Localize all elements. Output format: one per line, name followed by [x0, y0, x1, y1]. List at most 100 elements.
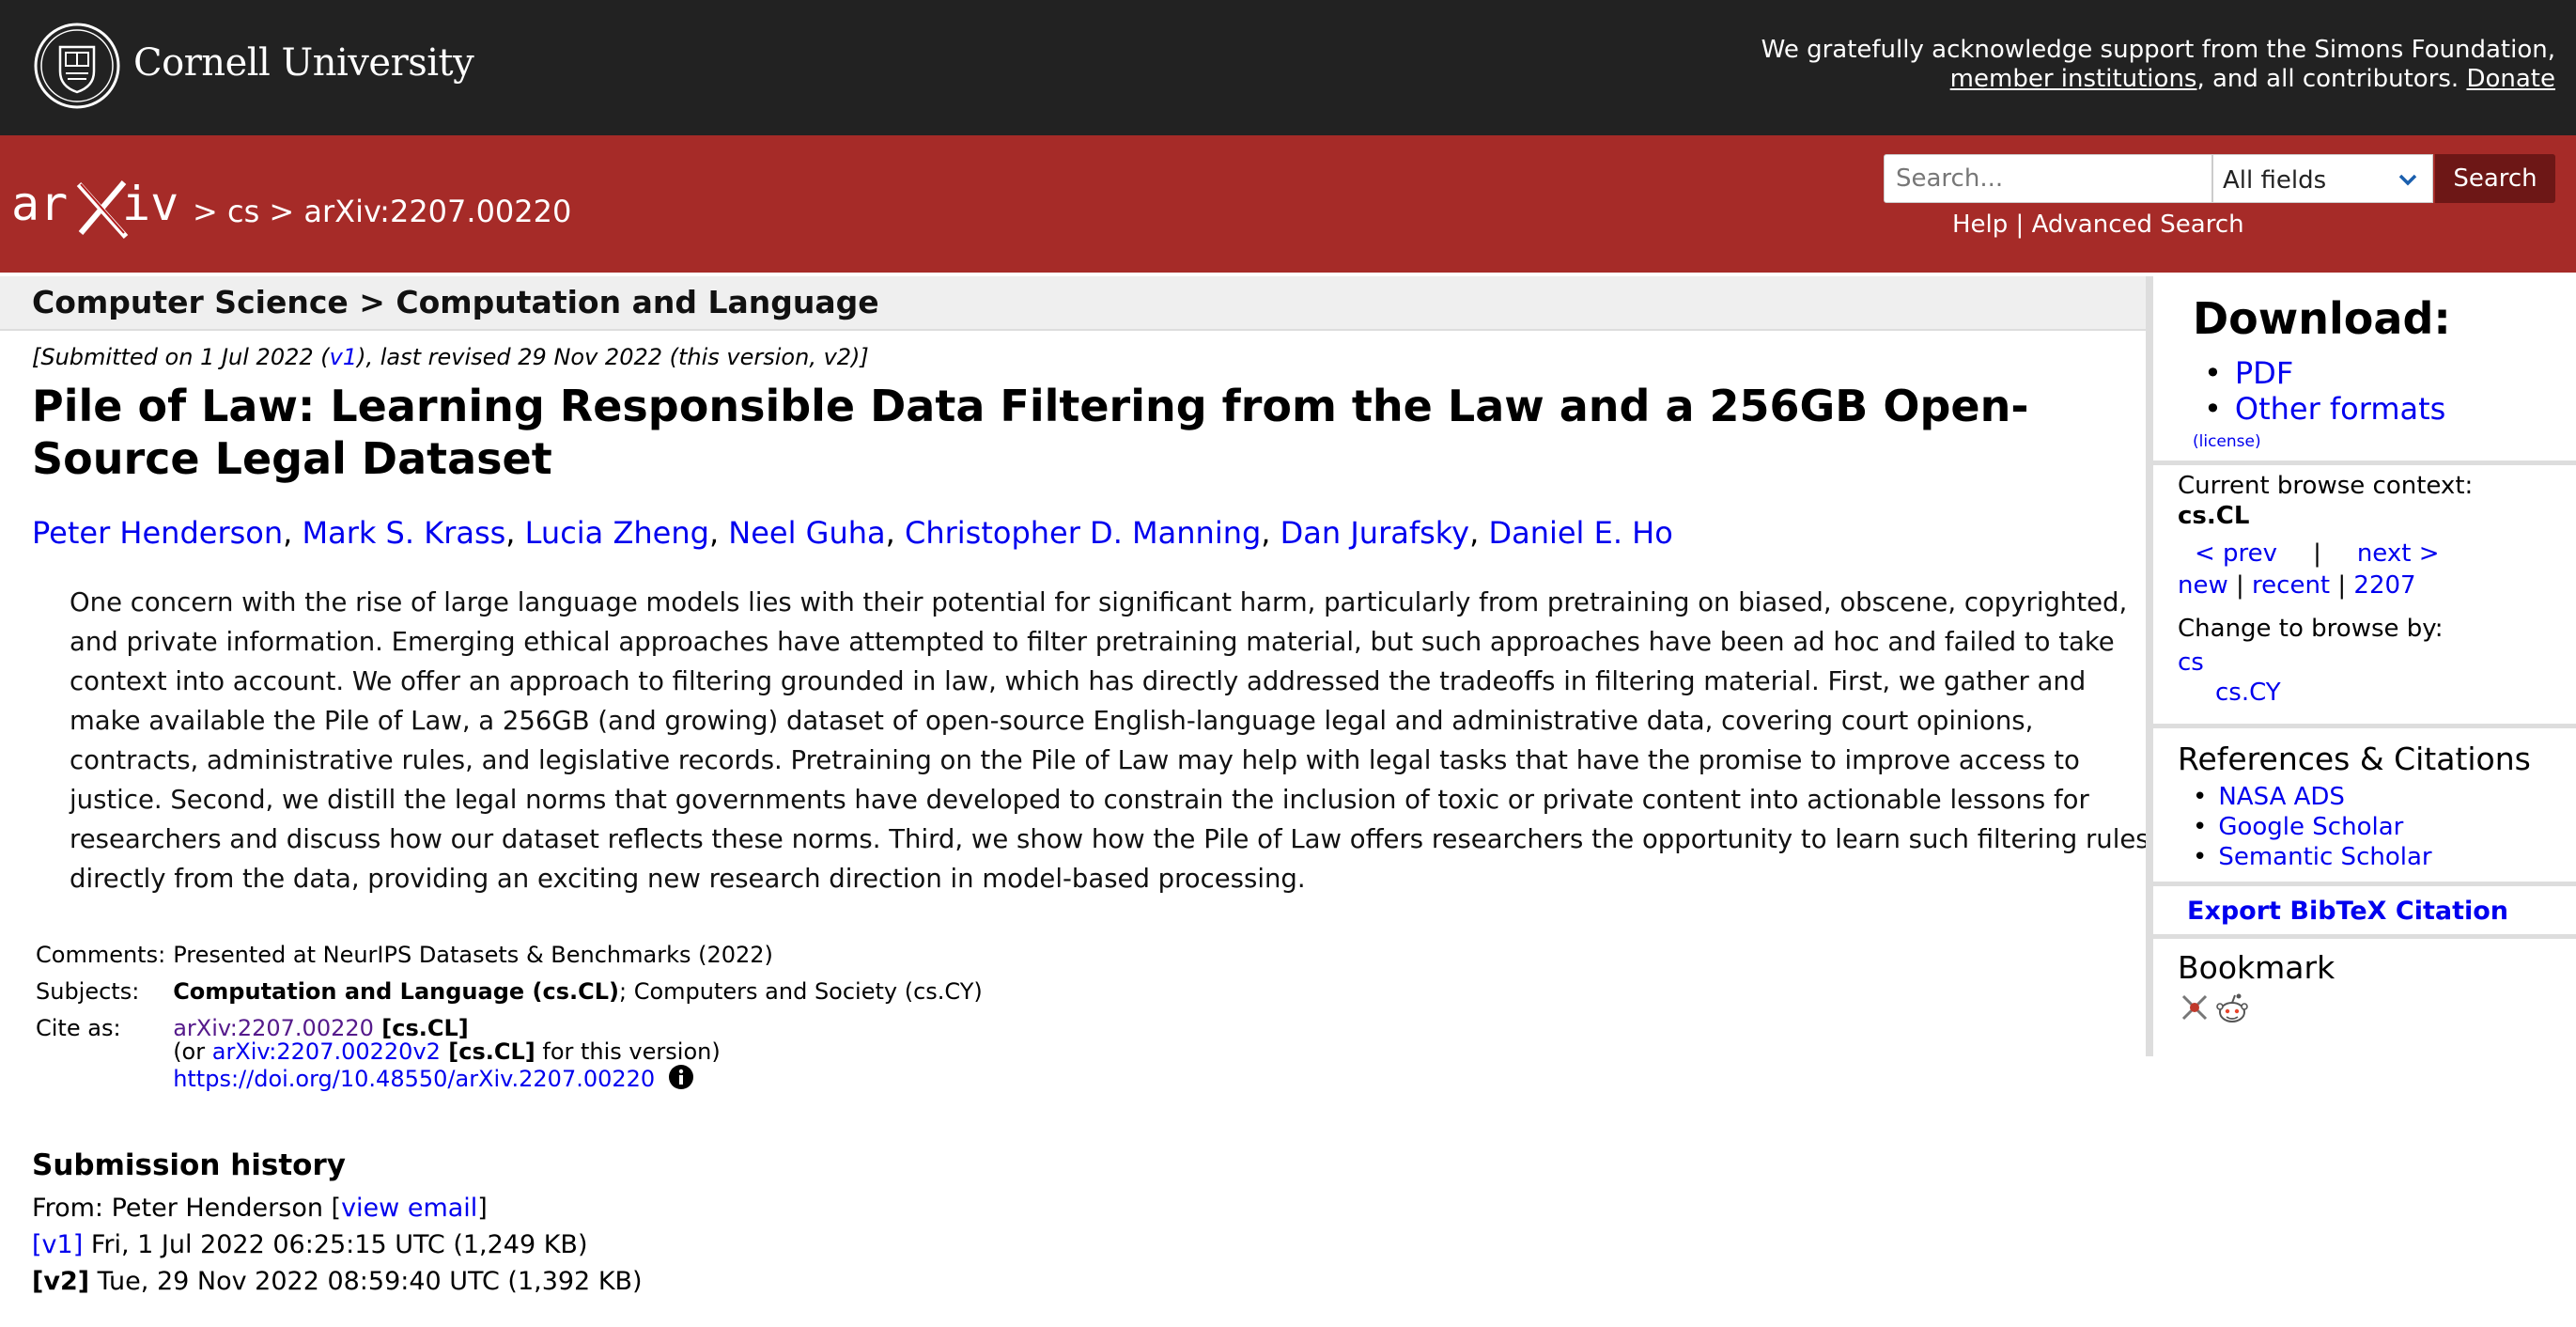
context-listing-links: new | recent | 2207 — [2178, 571, 2416, 600]
abstract-line: contracts, administrative rules, and leg… — [70, 745, 2080, 775]
download-item-other: Other formats — [2204, 391, 2445, 427]
author-link[interactable]: Christopher D. Manning — [905, 515, 1261, 551]
download-item-pdf: PDF — [2204, 355, 2445, 391]
abstract-line: make available the Pile of Law, a 256GB … — [70, 706, 2034, 736]
author-link[interactable]: Peter Henderson — [32, 515, 283, 551]
prev-next-separator: | — [2313, 539, 2321, 568]
submission-history-title: Submission history — [32, 1148, 346, 1182]
v1-details: Fri, 1 Jul 2022 06:25:15 UTC (1,249 KB) — [83, 1230, 588, 1259]
author-link[interactable]: Neel Guha — [728, 515, 885, 551]
month-link[interactable]: 2207 — [2353, 571, 2415, 600]
abstract-line: One concern with the rise of large langu… — [70, 587, 2128, 617]
references-list: NASA ADS Google Scholar Semantic Scholar — [2193, 782, 2432, 872]
prev-link[interactable]: < prev — [2195, 539, 2277, 568]
member-institutions-link[interactable]: member institutions — [1950, 65, 2197, 93]
browse-cscy-text[interactable]: cs.CY — [2215, 679, 2281, 707]
export-bibtex-link[interactable]: Export BibTeX Citation — [2187, 897, 2508, 926]
export-bibtex-text[interactable]: Export BibTeX Citation — [2187, 897, 2508, 926]
author-link[interactable]: Dan Jurafsky — [1280, 515, 1469, 551]
author-link[interactable]: Mark S. Krass — [302, 515, 505, 551]
semantic-scholar-link[interactable]: Semantic Scholar — [2218, 843, 2431, 871]
ref-item-nasa-ads: NASA ADS — [2193, 782, 2432, 812]
new-link[interactable]: new — [2178, 571, 2228, 600]
info-icon[interactable] — [668, 1064, 694, 1090]
browse-cs-text[interactable]: cs — [2178, 648, 2204, 677]
top-bar: Cornell University We gratefully acknowl… — [0, 0, 2576, 135]
cite-value: arXiv:2207.00220 [cs.CL] (or arXiv:2207.… — [169, 1017, 986, 1104]
cite-arxiv-link[interactable]: arXiv:2207.00220 — [173, 1015, 374, 1041]
author-separator: , — [708, 515, 729, 551]
dateline-prefix: [Submitted on 1 Jul 2022 ( — [32, 344, 330, 370]
dateline-v1-link[interactable]: v1 — [330, 344, 357, 370]
sidebar-divider — [2153, 724, 2576, 728]
author-separator: , — [283, 515, 303, 551]
subject-heading-bar: Computer Science > Computation and Langu… — [0, 276, 2146, 331]
license-text[interactable]: (license) — [2193, 432, 2261, 451]
metadata-table: Comments: Presented at NeurIPS Datasets … — [32, 944, 986, 1104]
author-list: Peter Henderson, Mark S. Krass, Lucia Zh… — [32, 515, 1673, 551]
abstract-line: and private information. Emerging ethica… — [70, 627, 2115, 657]
cornell-seal-icon[interactable] — [34, 23, 120, 109]
right-sidebar: Download: PDF Other formats (license) Cu… — [2146, 276, 2576, 1056]
subjects-value: Computation and Language (cs.CL); Comput… — [169, 980, 986, 1017]
v1-link[interactable]: [v1] — [32, 1230, 83, 1259]
donate-link[interactable]: Donate — [2466, 65, 2555, 93]
from-prefix: From: Peter Henderson [ — [32, 1194, 342, 1223]
version-v2-entry: [v2] Tue, 29 Nov 2022 08:59:40 UTC (1,39… — [32, 1267, 643, 1296]
bookmark-title: Bookmark — [2178, 949, 2335, 986]
ack-text: We gratefully acknowledge support from t… — [1761, 36, 2555, 64]
author-link[interactable]: Lucia Zheng — [525, 515, 709, 551]
view-email-link[interactable]: view email — [341, 1194, 477, 1223]
cite-v2-link[interactable]: arXiv:2207.00220v2 — [212, 1038, 441, 1065]
next-link[interactable]: next > — [2357, 539, 2440, 568]
abstract-line: justice. Second, we distill the legal no… — [70, 785, 2089, 815]
help-link[interactable]: Help — [1952, 211, 2008, 239]
cite-row: Cite as: arXiv:2207.00220 [cs.CL] (or ar… — [32, 1017, 986, 1104]
nasa-ads-link[interactable]: NASA ADS — [2218, 783, 2345, 811]
other-formats-link[interactable]: Other formats — [2235, 391, 2445, 427]
paper-title: Pile of Law: Learning Responsible Data F… — [32, 381, 2029, 484]
arxiv-logo-icon[interactable]: ar iv — [11, 175, 184, 241]
comments-label: Comments: — [36, 942, 166, 968]
university-name[interactable]: Cornell University — [133, 41, 474, 85]
v2-details: Tue, 29 Nov 2022 08:59:40 UTC (1,392 KB) — [89, 1267, 643, 1296]
doi-link[interactable]: https://doi.org/10.48550/arXiv.2207.0022… — [173, 1066, 655, 1092]
browse-cscy-link[interactable]: cs.CY — [2215, 679, 2281, 707]
search-field-select[interactable]: All fields — [2212, 154, 2433, 203]
cite-v2-suffix: for this version) — [535, 1038, 721, 1065]
ref-item-semantic-scholar: Semantic Scholar — [2193, 842, 2431, 872]
primary-subject: Computation and Language (cs.CL) — [173, 978, 619, 1005]
browse-cs-link[interactable]: cs — [2178, 648, 2204, 677]
cite-label: Cite as: — [36, 1015, 121, 1041]
subjects-row: Subjects: Computation and Language (cs.C… — [32, 980, 986, 1017]
scienceopen-bookmark-icon[interactable] — [2180, 992, 2210, 1023]
advanced-search-link[interactable]: Advanced Search — [2032, 211, 2244, 239]
ack-middle-text: , and all contributors. — [2196, 65, 2460, 93]
pdf-link[interactable]: PDF — [2235, 355, 2293, 391]
link-separator: | — [2330, 571, 2354, 600]
recent-link[interactable]: recent — [2252, 571, 2330, 600]
search-input[interactable] — [1884, 154, 2212, 203]
abstract-line: researchers and discuss how our dataset … — [70, 824, 2149, 854]
author-link[interactable]: Daniel E. Ho — [1488, 515, 1672, 551]
submission-dateline: [Submitted on 1 Jul 2022 (v1), last revi… — [32, 344, 869, 370]
prev-next-nav: < prev | next > — [2195, 539, 2439, 568]
arxiv-header: ar iv > cs > arXiv:2207.00220 All fields… — [0, 135, 2576, 273]
reddit-bookmark-icon[interactable] — [2215, 992, 2249, 1024]
sidebar-divider — [2153, 934, 2576, 939]
cite-category: [cs.CL] — [373, 1015, 469, 1041]
submitter-line: From: Peter Henderson [view email] — [32, 1194, 488, 1223]
support-acknowledgement: We gratefully acknowledge support from t… — [1761, 36, 2555, 94]
google-scholar-link[interactable]: Google Scholar — [2218, 813, 2403, 841]
author-separator: , — [1469, 515, 1489, 551]
abstract: One concern with the rise of large langu… — [70, 583, 2149, 898]
sidebar-divider — [2153, 461, 2576, 465]
sidebar-divider — [2153, 882, 2576, 886]
change-browse-label: Change to browse by: — [2178, 615, 2444, 643]
license-link[interactable]: (license) — [2193, 432, 2261, 451]
search-button[interactable]: Search — [2435, 154, 2555, 203]
comments-value: Presented at NeurIPS Datasets & Benchmar… — [173, 942, 773, 968]
help-links: Help | Advanced Search — [1952, 211, 2244, 239]
breadcrumb[interactable]: > cs > arXiv:2207.00220 — [193, 194, 571, 229]
author-separator: , — [1261, 515, 1280, 551]
